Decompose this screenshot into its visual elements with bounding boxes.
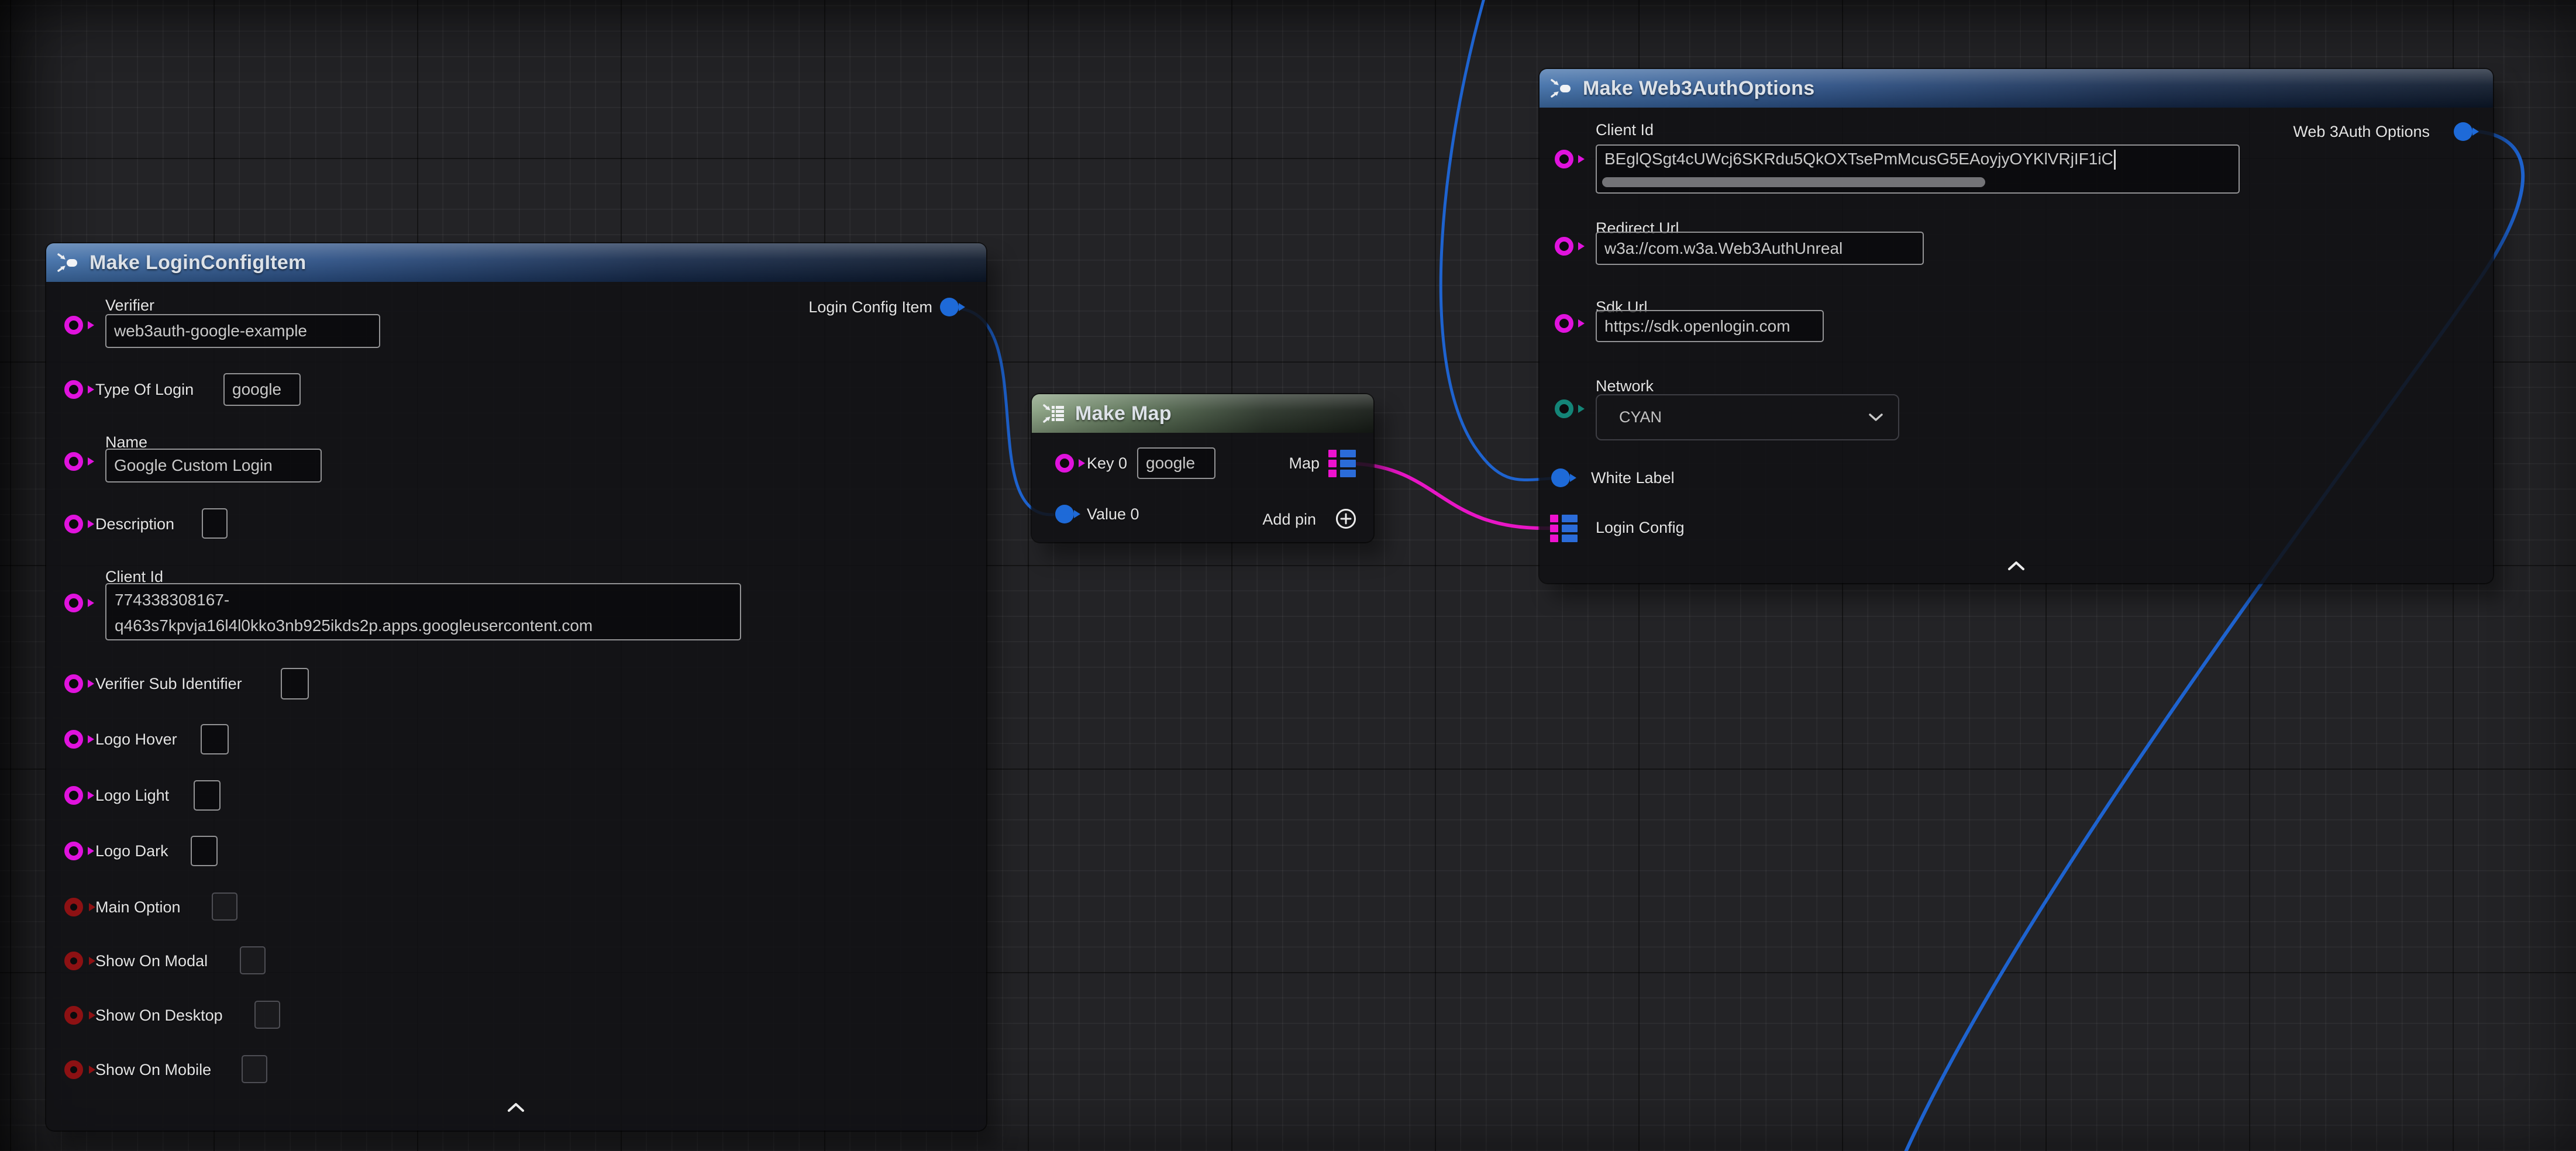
logo-light-field[interactable] [194, 780, 221, 811]
verifier-sub-identifier-field[interactable] [281, 668, 309, 699]
text-caret [2114, 150, 2116, 170]
chevron-down-icon [1869, 413, 1883, 422]
type-of-login-value: google [232, 380, 281, 399]
input-pin-sdk-url[interactable] [1555, 314, 1573, 333]
input-pin-description[interactable] [64, 515, 83, 533]
input-pin-value-0[interactable] [1055, 505, 1074, 523]
input-pin-network[interactable] [1555, 399, 1573, 418]
input-pin-show-on-modal[interactable] [64, 952, 83, 970]
pin-label-login-config: Login Config [1596, 518, 1685, 537]
pin-label-verifier-sub-identifier: Verifier Sub Identifier [95, 674, 242, 694]
wire-map-to-login-config[interactable] [1357, 464, 1551, 528]
logo-hover-field[interactable] [201, 724, 229, 754]
input-pin-main-option[interactable] [64, 898, 83, 916]
pin-label-main-option: Main Option [95, 897, 181, 917]
input-pin-logo-dark[interactable] [64, 842, 83, 860]
node-make-map[interactable]: Make Map Key 0 google Value 0 Map Add pi… [1032, 394, 1373, 542]
add-pin-label: Add pin [1262, 509, 1316, 529]
name-field[interactable]: Google Custom Login [105, 449, 322, 483]
input-pin-show-on-mobile[interactable] [64, 1060, 83, 1079]
redirect-url-value: w3a://com.w3a.Web3AuthUnreal [1604, 239, 1843, 258]
verifier-value: web3auth-google-example [114, 322, 307, 340]
input-pin-client-id[interactable] [1555, 150, 1573, 168]
show-on-mobile-checkbox[interactable] [242, 1055, 267, 1083]
output-pin-label: Login Config Item [808, 297, 932, 317]
input-pin-type-of-login[interactable] [64, 380, 83, 399]
blueprint-graph-canvas[interactable]: Make LoginConfigItem Login Config Item V… [0, 0, 2576, 1151]
show-on-desktop-checkbox[interactable] [254, 1001, 280, 1029]
pin-label-key-0: Key 0 [1087, 453, 1127, 473]
client-id-field[interactable]: 774338308167- q463s7kpvja16l4l0kko3nb925… [105, 583, 741, 640]
pin-label-network: Network [1596, 376, 1654, 396]
collapse-node-chevron-up-icon[interactable] [507, 1102, 525, 1112]
pin-label-show-on-modal: Show On Modal [95, 951, 208, 971]
pin-label-white-label: White Label [1591, 468, 1675, 488]
client-id-line2: q463s7kpvja16l4l0kko3nb925ikds2p.apps.go… [115, 613, 732, 639]
input-pin-logo-light[interactable] [64, 786, 83, 805]
output-pin-web3auth-options[interactable] [2454, 122, 2472, 141]
node-make-loginconfigitem[interactable]: Make LoginConfigItem Login Config Item V… [46, 243, 986, 1131]
pin-label-logo-hover: Logo Hover [95, 729, 177, 749]
key-0-value: google [1146, 454, 1195, 473]
pin-label-client-id: Client Id [1596, 120, 1654, 140]
output-pin-map[interactable] [1328, 450, 1356, 477]
output-pin-login-config-item[interactable] [940, 298, 959, 316]
input-pin-white-label[interactable] [1551, 468, 1570, 487]
pin-label-verifier: Verifier [105, 295, 154, 315]
hscrollbar-thumb[interactable] [1602, 177, 1985, 187]
input-pin-name[interactable] [64, 452, 83, 471]
client-id-line1: 774338308167- [115, 587, 732, 613]
logo-dark-field[interactable] [191, 836, 218, 866]
type-of-login-field[interactable]: google [223, 373, 301, 406]
input-pin-verifier[interactable] [64, 316, 83, 335]
key-0-field[interactable]: google [1137, 447, 1215, 479]
node-make-web3authoptions[interactable]: Make Web3AuthOptions Web 3Auth Options C… [1540, 69, 2493, 583]
input-pin-client-id[interactable] [64, 594, 83, 612]
input-pin-verifier-sub-identifier[interactable] [64, 674, 83, 693]
node-title: Make LoginConfigItem [89, 251, 306, 274]
network-selected-value: CYAN [1619, 408, 1662, 426]
node-header[interactable]: Make LoginConfigItem [46, 243, 986, 282]
description-field[interactable] [202, 508, 228, 539]
pin-label-show-on-desktop: Show On Desktop [95, 1005, 223, 1025]
output-pin-label: Web 3Auth Options [2293, 122, 2430, 142]
input-pin-redirect-url[interactable] [1555, 237, 1573, 256]
sdk-url-field[interactable]: https://sdk.openlogin.com [1596, 310, 1824, 342]
output-pin-label-map: Map [1289, 453, 1320, 473]
client-id-field[interactable]: BEglQSgt4cUWcj6SKRdu5QkOXTsePmMcusG5EAoy… [1596, 144, 2240, 194]
node-header[interactable]: Make Web3AuthOptions [1540, 69, 2493, 108]
wire-offscreen-to-white-label[interactable] [1441, 0, 1551, 480]
node-title: Make Web3AuthOptions [1583, 77, 1814, 100]
input-pin-login-config[interactable] [1550, 515, 1578, 542]
collapse-node-chevron-up-icon[interactable] [2007, 560, 2025, 571]
client-id-value: BEglQSgt4cUWcj6SKRdu5QkOXTsePmMcusG5EAoy… [1604, 150, 2113, 168]
pin-label-logo-light: Logo Light [95, 785, 169, 805]
make-map-icon [1042, 402, 1066, 425]
node-title: Make Map [1075, 402, 1172, 425]
make-struct-icon [57, 251, 80, 274]
pin-label-logo-dark: Logo Dark [95, 841, 168, 861]
make-struct-icon [1550, 77, 1573, 100]
add-pin-plus-icon[interactable] [1334, 507, 1358, 530]
pin-label-value-0: Value 0 [1087, 504, 1139, 524]
node-header[interactable]: Make Map [1032, 394, 1373, 433]
pin-label-show-on-mobile: Show On Mobile [95, 1060, 211, 1080]
pin-label-type-of-login: Type Of Login [95, 380, 194, 399]
input-pin-key-0[interactable] [1055, 454, 1074, 473]
pin-label-description: Description [95, 514, 174, 534]
input-pin-logo-hover[interactable] [64, 730, 83, 749]
main-option-checkbox[interactable] [212, 892, 237, 921]
network-dropdown[interactable]: CYAN [1596, 394, 1899, 440]
input-pin-show-on-desktop[interactable] [64, 1006, 83, 1025]
verifier-field[interactable]: web3auth-google-example [105, 314, 380, 348]
redirect-url-field[interactable]: w3a://com.w3a.Web3AuthUnreal [1596, 232, 1924, 265]
sdk-url-value: https://sdk.openlogin.com [1604, 317, 1790, 336]
show-on-modal-checkbox[interactable] [240, 946, 266, 974]
name-value: Google Custom Login [114, 456, 273, 475]
